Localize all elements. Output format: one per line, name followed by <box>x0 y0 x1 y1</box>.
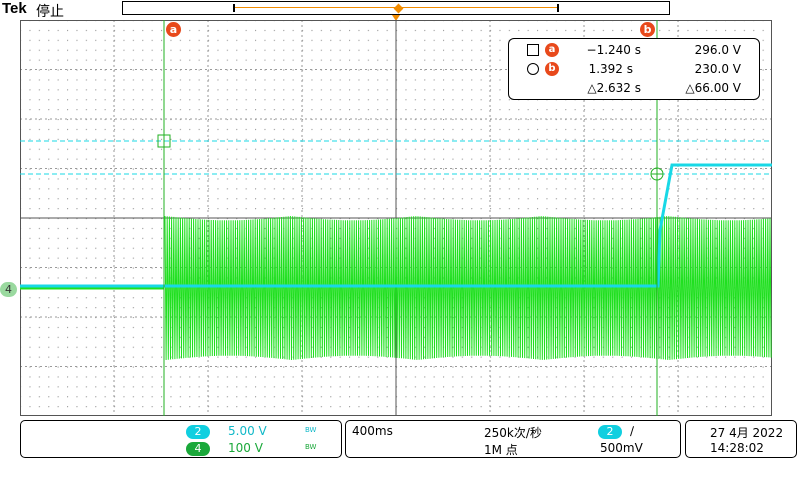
cursor-readout: a −1.240 s 296.0 V b 1.392 s 230.0 V △2.… <box>508 38 760 100</box>
ch4-scale[interactable]: 100 V <box>228 441 263 455</box>
trigger-level[interactable]: 500mV <box>600 441 643 455</box>
record-timeline[interactable] <box>122 1 670 15</box>
datetime-panel: 27 4月 2022 14:28:02 <box>685 420 797 458</box>
sample-rate: 250k次/秒 <box>484 426 542 440</box>
cursor-a-flag[interactable]: a <box>166 22 181 37</box>
cursor-a-value: 296.0 V <box>694 43 741 57</box>
cursor-delta-value: △66.00 V <box>685 81 741 95</box>
trigger-source-badge[interactable]: 2 <box>598 425 622 439</box>
cursor-b-flag[interactable]: b <box>640 22 655 37</box>
acquisition-state: 停止 <box>36 4 64 20</box>
horizontal-scale[interactable]: 400ms <box>352 424 393 438</box>
cursor-a-badge: a <box>545 43 559 57</box>
ch2-scale[interactable]: 5.00 V <box>228 424 267 438</box>
time-display: 14:28:02 <box>710 441 764 455</box>
cursor-a-square-icon <box>527 44 539 56</box>
cursor-b-time: 1.392 s <box>588 62 633 76</box>
timebase-panel[interactable]: 400ms 250k次/秒 1M 点 2 ∕ 500mV <box>345 420 681 458</box>
cursor-b-circle-icon <box>527 63 539 75</box>
channel-settings-panel[interactable]: 2 5.00 V BW 4 100 V BW <box>20 420 342 458</box>
cursor-b-value: 230.0 V <box>694 62 741 76</box>
cursor-delta-time: △2.632 s <box>587 81 641 95</box>
date-display: 27 4月 2022 <box>710 426 784 440</box>
ch4-ground-marker[interactable]: 4 <box>0 282 17 297</box>
ch2-badge[interactable]: 2 <box>186 425 210 439</box>
ch4-bw-icon: BW <box>305 443 317 451</box>
ch2-bw-icon: BW <box>305 426 317 434</box>
trigger-slope-icon[interactable]: ∕ <box>630 424 634 438</box>
ch4-badge[interactable]: 4 <box>186 442 210 456</box>
record-length: 1M 点 <box>484 443 518 457</box>
brand-logo: Tek <box>2 0 27 17</box>
cursor-a-time: −1.240 s <box>586 43 641 57</box>
